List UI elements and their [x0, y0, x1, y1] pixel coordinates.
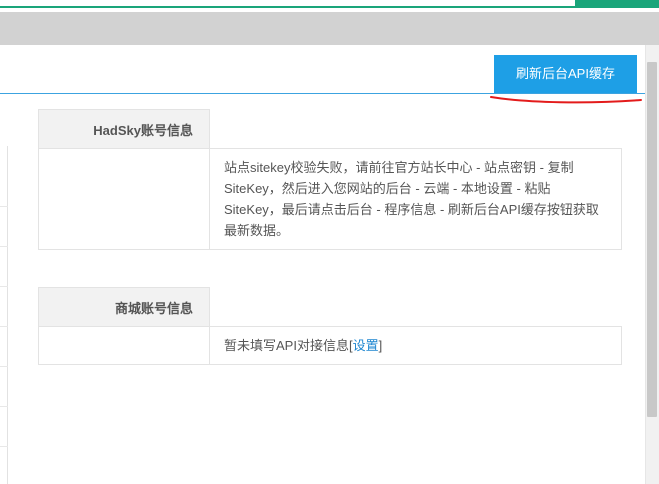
settings-link[interactable]: 设置: [353, 338, 379, 353]
sidebar-divider: [0, 366, 8, 367]
table-header-row: 商城账号信息: [38, 287, 622, 327]
mall-account-title: 商城账号信息: [38, 287, 210, 327]
row-label-empty: [38, 326, 210, 365]
sidebar-edge: [0, 146, 8, 484]
red-annotation-underline: [490, 96, 642, 104]
vertical-scrollbar-thumb[interactable]: [647, 62, 657, 417]
sidebar-divider: [0, 286, 8, 287]
sidebar-divider: [0, 406, 8, 407]
admin-page: 刷新后台API缓存 HadSky账号信息 站点sitekey校验失败，请前往官方…: [0, 0, 659, 484]
hadsky-sitekey-error-message: 站点sitekey校验失败，请前往官方站长中心 - 站点密钥 - 复制SiteK…: [209, 148, 622, 250]
hadsky-account-table: HadSky账号信息 站点sitekey校验失败，请前往官方站长中心 - 站点密…: [38, 109, 622, 250]
table-row: 暂未填写API对接信息[设置]: [38, 326, 622, 365]
table-header-row: HadSky账号信息: [38, 109, 622, 149]
sidebar-divider: [0, 326, 8, 327]
sidebar-divider: [0, 446, 8, 447]
sidebar-divider: [0, 246, 8, 247]
mall-api-status-text: 暂未填写API对接信息[: [224, 338, 353, 353]
top-accent-line: [0, 6, 578, 8]
table-row: 站点sitekey校验失败，请前往官方站长中心 - 站点密钥 - 复制SiteK…: [38, 148, 622, 250]
top-accent-block: [575, 0, 659, 8]
tab-bar-background: [0, 12, 659, 45]
mall-api-status: 暂未填写API对接信息[设置]: [209, 326, 622, 365]
hadsky-account-title: HadSky账号信息: [38, 109, 210, 149]
sidebar-divider: [0, 206, 8, 207]
row-label-empty: [38, 148, 210, 250]
header-spacer: [209, 287, 622, 327]
header-spacer: [209, 109, 622, 149]
mall-api-status-suffix: ]: [378, 338, 383, 353]
mall-account-table: 商城账号信息 暂未填写API对接信息[设置]: [38, 287, 622, 365]
